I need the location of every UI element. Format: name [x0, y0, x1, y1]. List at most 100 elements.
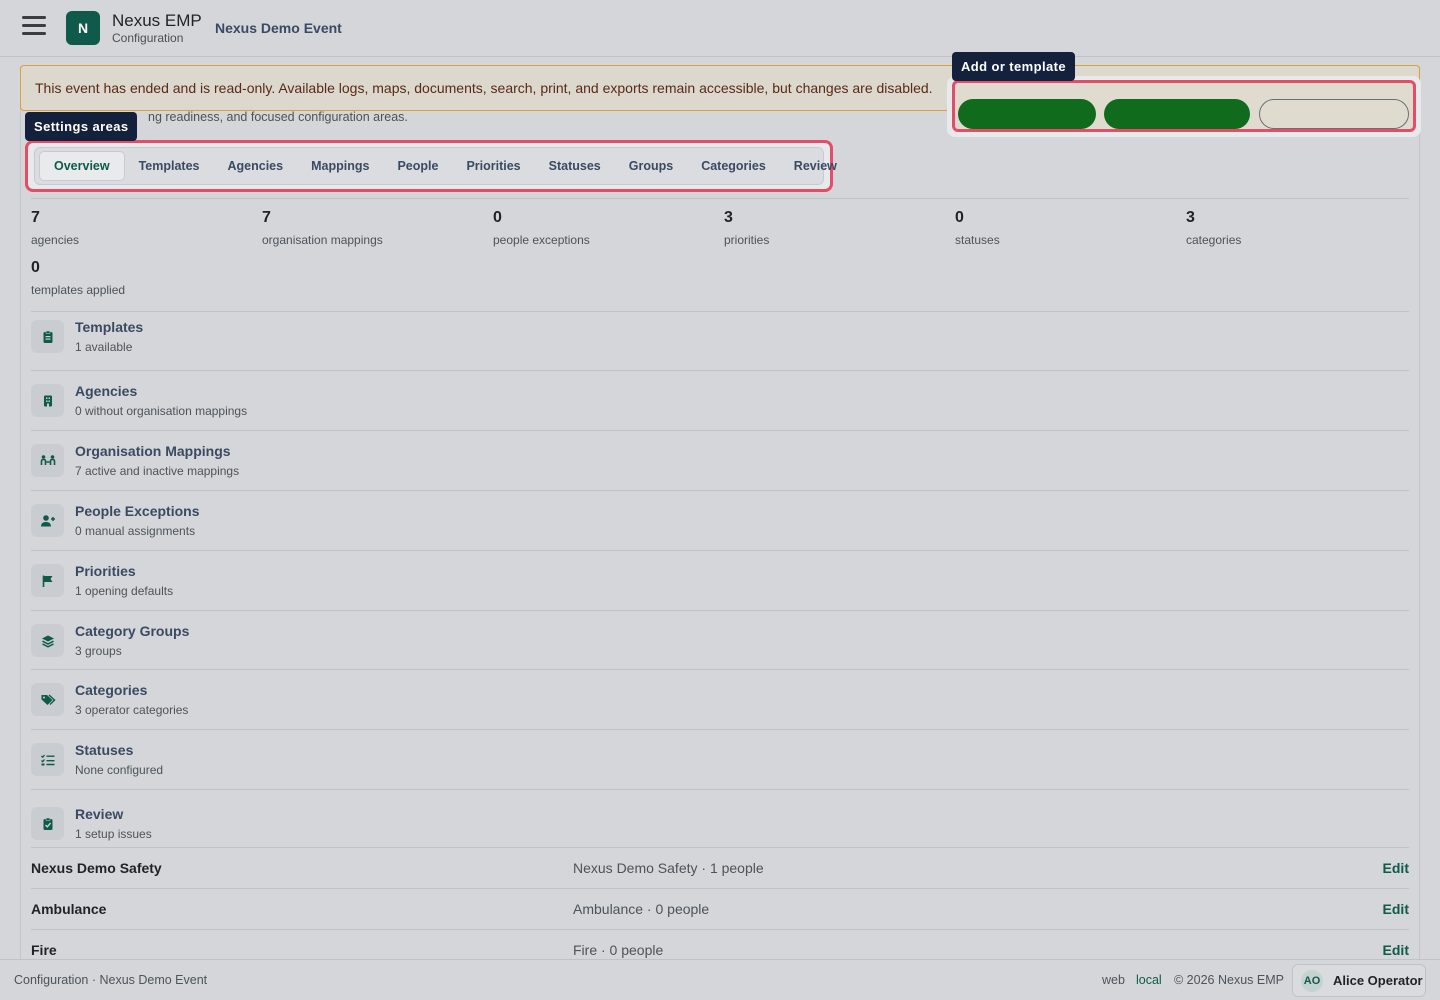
- area-subtitle: 0 manual assignments: [75, 524, 196, 538]
- apply-template-button[interactable]: [958, 99, 1096, 129]
- clipboard-check-icon: [31, 807, 64, 840]
- flag-icon: [31, 564, 64, 597]
- event-name: Nexus Demo Event: [215, 20, 342, 36]
- area-title: Agencies: [75, 383, 138, 399]
- stat-label: templates applied: [31, 283, 126, 297]
- area-row-organisation-mappings[interactable]: Organisation Mappings 7 active and inact…: [31, 443, 1409, 489]
- divider: [31, 729, 1409, 730]
- area-title: People Exceptions: [75, 503, 200, 519]
- stat-label: agencies: [31, 233, 80, 247]
- tab-priorities[interactable]: Priorities: [452, 151, 534, 181]
- tab-groups[interactable]: Groups: [615, 151, 687, 181]
- tab-statuses[interactable]: Statuses: [535, 151, 615, 181]
- stat-label: priorities: [724, 233, 770, 247]
- footer-copyright: © 2026 Nexus EMP: [1174, 973, 1284, 987]
- edit-agency-button[interactable]: Edit: [1383, 942, 1409, 958]
- agency-name: Ambulance: [31, 901, 107, 917]
- building-icon: [31, 384, 64, 417]
- stat-categories: 3 categories: [1186, 209, 1241, 247]
- tooltip-add-or-template: Add or template: [952, 52, 1075, 81]
- footer-env-local[interactable]: local: [1136, 973, 1162, 987]
- stat-value: 7: [31, 209, 40, 226]
- tab-people[interactable]: People: [383, 151, 452, 181]
- area-row-agencies[interactable]: Agencies 0 without organisation mappings: [31, 383, 1409, 429]
- person-add-icon: [31, 504, 64, 537]
- agency-summary: Nexus Demo Safety · 1 people: [573, 860, 764, 876]
- area-title: Categories: [75, 682, 148, 698]
- app-subtitle: Configuration: [112, 31, 184, 45]
- stat-label: statuses: [955, 233, 1000, 247]
- app-footer: Configuration · Nexus Demo Event web loc…: [0, 959, 1440, 1000]
- area-row-people-exceptions[interactable]: People Exceptions 0 manual assignments: [31, 503, 1409, 549]
- secondary-action-button[interactable]: [1259, 99, 1409, 129]
- divider: [31, 789, 1409, 790]
- stat-value: 0: [493, 209, 502, 226]
- agency-summary: Fire · 0 people: [573, 942, 664, 958]
- avatar: AO: [1301, 970, 1323, 992]
- divider: [31, 550, 1409, 551]
- area-subtitle: 1 available: [75, 340, 133, 354]
- divider: [31, 669, 1409, 670]
- tab-overview[interactable]: Overview: [39, 151, 125, 181]
- footer-context: Configuration · Nexus Demo Event: [14, 973, 208, 987]
- area-title: Category Groups: [75, 623, 190, 639]
- stat-value: 7: [262, 209, 271, 226]
- area-subtitle: 3 groups: [75, 644, 122, 658]
- agency-summary: Ambulance · 0 people: [573, 901, 710, 917]
- app-name: Nexus EMP: [112, 11, 202, 30]
- hamburger-menu-icon[interactable]: [22, 16, 46, 38]
- area-row-templates[interactable]: Templates 1 available: [31, 319, 1409, 369]
- page-description: ng readiness, and focused configuration …: [148, 110, 408, 124]
- area-subtitle: 0 without organisation mappings: [75, 404, 248, 418]
- add-agency-button[interactable]: [1104, 99, 1250, 129]
- stat-templates-applied: 0 templates applied: [31, 259, 125, 297]
- settings-areas-nav: Overview Templates Agencies Mappings Peo…: [25, 140, 837, 192]
- area-title: Organisation Mappings: [75, 443, 231, 459]
- checklist-icon: [31, 743, 64, 776]
- area-subtitle: 7 active and inactive mappings: [75, 464, 240, 478]
- area-row-category-groups[interactable]: Category Groups 3 groups: [31, 623, 1409, 669]
- stat-label: people exceptions: [493, 233, 590, 247]
- area-title: Priorities: [75, 563, 136, 579]
- divider: [31, 490, 1409, 491]
- area-row-statuses[interactable]: Statuses None configured: [31, 742, 1409, 788]
- tab-bar: Overview Templates Agencies Mappings Peo…: [34, 147, 837, 185]
- divider: [31, 430, 1409, 431]
- tab-categories[interactable]: Categories: [687, 151, 780, 181]
- footer-env-web: web: [1102, 973, 1125, 987]
- tab-agencies[interactable]: Agencies: [214, 151, 298, 181]
- area-row-categories[interactable]: Categories 3 operator categories: [31, 682, 1409, 728]
- area-title: Review: [75, 806, 124, 822]
- app-logo: N: [66, 11, 100, 45]
- agency-name: Nexus Demo Safety: [31, 860, 162, 876]
- divider: [31, 847, 1409, 848]
- area-row-priorities[interactable]: Priorities 1 opening defaults: [31, 563, 1409, 609]
- tab-mappings[interactable]: Mappings: [297, 151, 383, 181]
- divider: [31, 370, 1409, 371]
- app-header: N Nexus EMP Configuration Nexus Demo Eve…: [0, 0, 1440, 57]
- area-row-review[interactable]: Review 1 setup issues: [31, 806, 1409, 848]
- action-button-group: [952, 80, 1416, 132]
- agency-name: Fire: [31, 942, 57, 958]
- edit-agency-button[interactable]: Edit: [1383, 860, 1409, 876]
- divider: [31, 198, 1409, 199]
- tags-icon: [31, 683, 64, 716]
- edit-agency-button[interactable]: Edit: [1383, 901, 1409, 917]
- tab-review[interactable]: Review: [780, 151, 851, 181]
- area-title: Statuses: [75, 742, 134, 758]
- stat-value: 0: [955, 209, 964, 226]
- stat-people-exceptions: 0 people exceptions: [493, 209, 590, 247]
- area-subtitle: 3 operator categories: [75, 703, 189, 717]
- clipboard-icon: [31, 320, 64, 353]
- user-name: Alice Operator: [1333, 973, 1423, 988]
- stat-organisation-mappings: 7 organisation mappings: [262, 209, 383, 247]
- divider: [31, 929, 1409, 930]
- stat-agencies: 7 agencies: [31, 209, 79, 247]
- tooltip-settings-areas: Settings areas: [25, 112, 138, 141]
- tab-templates[interactable]: Templates: [125, 151, 214, 181]
- stat-statuses: 0 statuses: [955, 209, 1000, 247]
- area-subtitle: 1 opening defaults: [75, 584, 174, 598]
- area-subtitle: 1 setup issues: [75, 827, 152, 841]
- stat-value: 3: [1186, 209, 1195, 226]
- user-menu-button[interactable]: AO Alice Operator: [1292, 964, 1426, 997]
